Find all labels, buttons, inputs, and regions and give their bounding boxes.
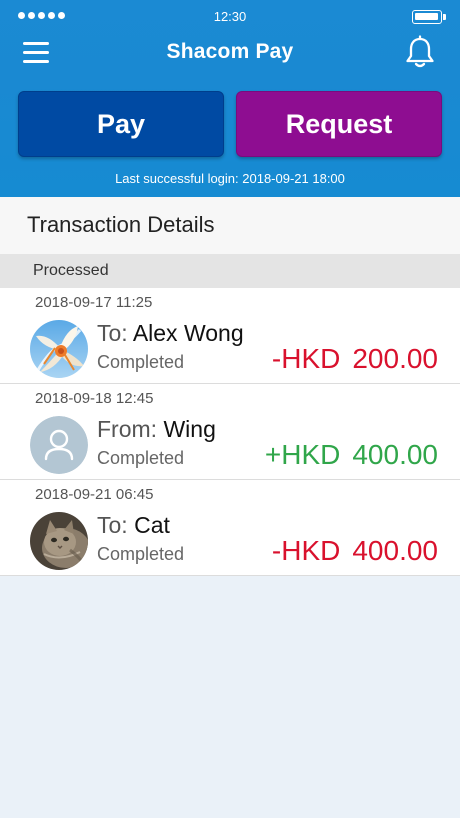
- app-title: Shacom Pay: [166, 40, 294, 63]
- amount-value: 200.00: [352, 343, 438, 374]
- transaction-date: 2018-09-18 12:45: [35, 390, 154, 407]
- transaction-row[interactable]: 2018-09-17 11:25 To: Alex Wong Completed: [0, 288, 460, 384]
- amount-currency: HKD: [281, 343, 341, 374]
- transaction-name: Wing: [163, 416, 216, 442]
- transaction-direction: From:: [97, 416, 158, 442]
- transaction-row[interactable]: 2018-09-21 06:45 To: Cat Completed -HKD 4…: [0, 480, 460, 576]
- transaction-direction: To:: [97, 512, 128, 538]
- app-header: 12:30 Shacom Pay Pay Request Last succes…: [0, 0, 460, 197]
- default-user-avatar-icon: [30, 416, 88, 474]
- status-time: 12:30: [213, 9, 247, 24]
- transaction-status: Completed: [97, 448, 185, 468]
- page-title: Transaction Details: [27, 212, 215, 237]
- amount-value: 400.00: [352, 439, 438, 470]
- transaction-party: To: Cat: [97, 512, 170, 539]
- battery-icon: [412, 10, 442, 24]
- transaction-name: Alex Wong: [132, 320, 244, 346]
- transaction-party: From: Wing: [97, 416, 216, 443]
- transaction-name: Cat: [134, 512, 170, 538]
- transaction-row[interactable]: 2018-09-18 12:45 From: Wing Completed +H…: [0, 384, 460, 480]
- cat-photo-avatar: [30, 512, 88, 570]
- amount-value: 400.00: [352, 535, 438, 566]
- status-bar: 12:30: [0, 0, 460, 34]
- flower-photo-avatar: [30, 320, 88, 378]
- bell-icon[interactable]: [404, 35, 436, 69]
- transaction-date: 2018-09-21 06:45: [35, 486, 154, 503]
- transaction-status: Completed: [97, 352, 185, 372]
- transaction-direction: To:: [97, 320, 128, 346]
- amount-sign: -: [271, 535, 282, 566]
- last-login-text: Last successful login: 2018-09-21 18:00: [115, 171, 345, 186]
- transaction-date: 2018-09-17 11:25: [35, 294, 153, 311]
- transaction-amount: +HKD 400.00: [265, 439, 438, 471]
- request-button[interactable]: Request: [236, 91, 442, 157]
- pay-button[interactable]: Pay: [18, 91, 224, 157]
- amount-currency: HKD: [281, 535, 341, 566]
- transaction-amount: -HKD 200.00: [272, 343, 438, 375]
- amount-currency: HKD: [281, 439, 341, 470]
- transaction-party: To: Alex Wong: [97, 320, 244, 347]
- transaction-amount: -HKD 400.00: [272, 535, 438, 567]
- amount-sign: -: [271, 343, 282, 374]
- group-label: Processed: [33, 262, 109, 279]
- amount-sign: +: [264, 439, 282, 470]
- transaction-status: Completed: [97, 544, 185, 564]
